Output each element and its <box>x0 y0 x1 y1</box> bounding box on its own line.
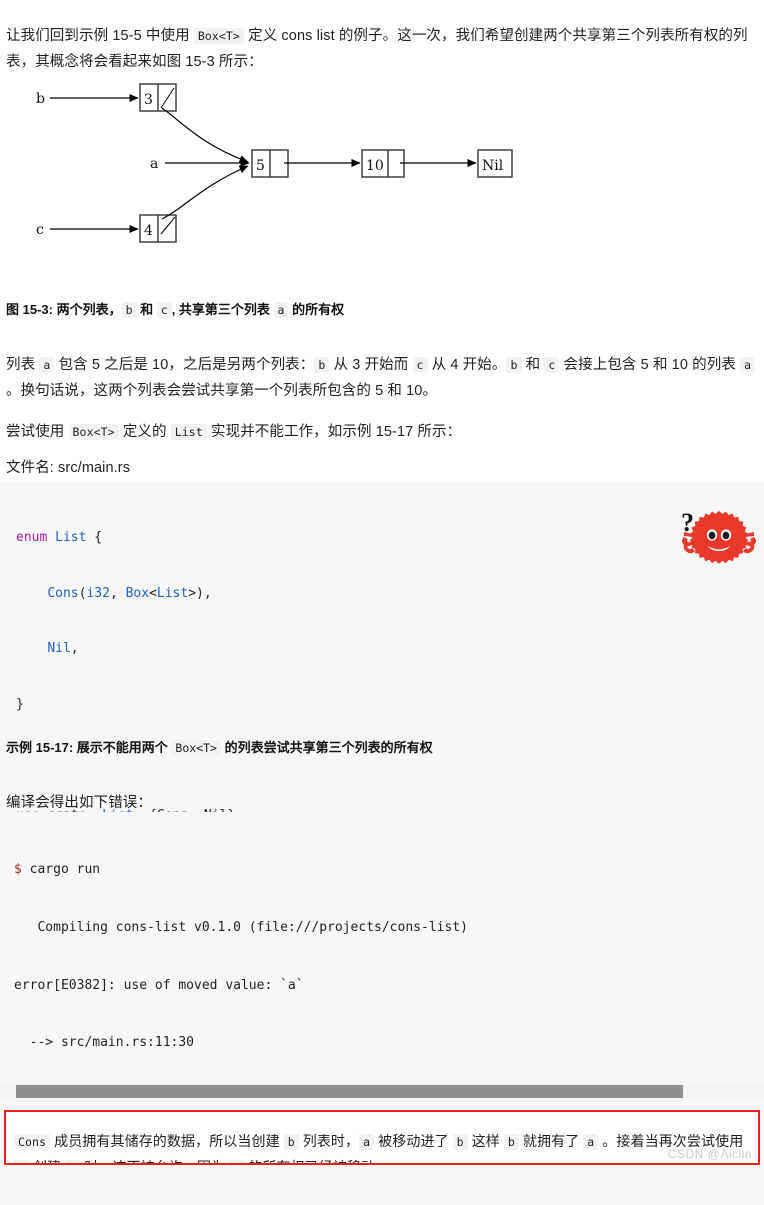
bp2-seg-3: 实现并不能工作，如示例 15-17 所示： <box>206 423 462 440</box>
inline-code-note-c-1: c <box>65 1160 81 1163</box>
inline-code-box-t: Box<T> <box>68 423 119 440</box>
note-seg-1: 成员拥有其储存的数据，所以当创建 <box>50 1133 284 1149</box>
diagram-cell-3: 3 <box>139 83 177 112</box>
listing-caption-suffix: 的列表尝试共享第三个列表的所有权 <box>220 740 433 755</box>
figure-caption-mid-1: 和 <box>136 302 157 317</box>
note-paragraph: Cons 成员拥有其储存的数据，所以当创建 b 列表时， a 被移动进了 b 这样… <box>14 1129 750 1163</box>
body-paragraph-2: 尝试使用 Box<T> 定义的 List 实现并不能工作，如示例 15-17 所… <box>6 419 758 445</box>
highlighted-note-box: Cons 成员拥有其储存的数据，所以当创建 b 列表时， a 被移动进了 b 这样… <box>4 1110 760 1165</box>
note-seg-5: 就拥有了 <box>518 1133 584 1149</box>
note-seg-3: 被移动进了 <box>374 1133 453 1149</box>
figure-caption-suffix: 的所有权 <box>288 302 345 317</box>
figure-caption-prefix: 图 15-3: 两个列表， <box>6 302 122 317</box>
shell-command: cargo run <box>29 862 101 878</box>
svg-text:5: 5 <box>256 158 265 174</box>
inline-code-note-b-2: b <box>452 1134 468 1150</box>
inline-code-b-2: b <box>506 356 522 373</box>
note-seg-2: 列表时， <box>298 1133 360 1149</box>
note-seg-8: 时，这不被允许，因为 <box>80 1159 229 1163</box>
figure-caption: 图 15-3: 两个列表， b 和 c, 共享第三个列表 a 的所有权 <box>6 300 758 320</box>
svg-text:Nil: Nil <box>482 158 504 174</box>
terminal-line: Compiling cons-list v0.1.0 (file:///proj… <box>14 920 468 936</box>
inline-code-cons: Cons <box>14 1134 51 1150</box>
inline-code-a-2: a <box>740 356 756 373</box>
diagram-cell-nil: Nil <box>477 149 513 178</box>
inline-code-list: List <box>170 423 207 440</box>
bp2-seg-2: 定义的 <box>118 423 171 440</box>
diagram-label-a: a <box>150 156 158 172</box>
diagram-cell-10: 10 <box>361 149 405 178</box>
bp1-seg-2: 包含 5 之后是 10，之后是另两个列表： <box>54 356 315 373</box>
svg-text:10: 10 <box>366 158 384 174</box>
inline-code-c-1: c <box>412 356 428 373</box>
inline-code-a-1: a <box>39 356 55 373</box>
code-line: Cons(i32, Box<List>), <box>47 585 212 601</box>
diagram-label-b: b <box>36 91 45 107</box>
listing-caption-prefix: 示例 15-17: 展示不能用两个 <box>6 740 172 755</box>
ferris-crab-icon <box>680 508 758 564</box>
diagram-cell-5: 5 <box>251 149 289 178</box>
terminal-command-line: $ cargo run <box>14 860 750 879</box>
note-seg-4: 这样 <box>467 1133 504 1149</box>
body-paragraph-1: 列表 a 包含 5 之后是 10，之后是另两个列表： b 从 3 开始而 c 从 … <box>6 352 758 404</box>
figure-caption-mid-2: , 共享第三个列表 <box>171 302 274 317</box>
code-line: enum List { <box>16 530 103 545</box>
bp1-seg-6: 会接上包含 5 和 10 的列表 <box>559 356 741 373</box>
cons-list-diagram: b a c 3 4 5 10 Nil <box>0 62 560 277</box>
terminal-line: --> src/main.rs:11:30 <box>14 1035 195 1051</box>
bp1-seg-4: 从 4 开始。 <box>427 356 507 373</box>
inline-code-c: c <box>156 302 172 318</box>
inline-code-note-b-3: b <box>503 1134 519 1150</box>
inline-code-box-t-listing: Box<T> <box>171 740 221 756</box>
csdn-watermark: CSDN @Aiclin <box>667 1147 752 1161</box>
inline-code-b-1: b <box>314 356 330 373</box>
note-seg-9: 的所有权已经被移动。 <box>244 1159 389 1163</box>
inline-code-note-a-2: a <box>583 1134 599 1150</box>
inline-code-note-a-3: a <box>14 1160 30 1163</box>
diagram-cell-4: 4 <box>139 214 177 243</box>
note-seg-7: 创建 <box>29 1159 65 1163</box>
inline-code-note-b-1: b <box>283 1134 299 1150</box>
svg-text:4: 4 <box>144 223 153 239</box>
listing-caption: 示例 15-17: 展示不能用两个 Box<T> 的列表尝试共享第三个列表的所有… <box>6 738 758 758</box>
inline-code-box-generic: Box<T> <box>193 27 244 44</box>
inline-code-a: a <box>273 302 289 318</box>
document-page: 让我们回到示例 15-5 中使用 Box<T> 定义 cons list 的例子… <box>0 0 764 1205</box>
intro-text-1: 让我们回到示例 15-5 中使用 <box>6 27 194 44</box>
diagram-label-c: c <box>36 222 44 238</box>
inline-code-b: b <box>121 302 137 318</box>
svg-text:3: 3 <box>144 92 153 108</box>
bp1-seg-7: 。换句话说，这两个列表会尝试共享第一个列表所包含的 5 和 10。 <box>6 382 438 399</box>
filename-label: 文件名: src/main.rs <box>6 459 131 476</box>
shell-prompt-symbol: $ <box>14 862 22 878</box>
inline-code-c-2: c <box>544 356 560 373</box>
terminal-line: error[E0382]: use of moved value: `a` <box>14 977 304 993</box>
horizontal-scrollbar-thumb[interactable] <box>16 1085 683 1098</box>
inline-code-note-a-4: a <box>229 1160 245 1163</box>
bp1-seg-3: 从 3 开始而 <box>329 356 413 373</box>
bp2-seg-1: 尝试使用 <box>6 423 69 440</box>
code-line: Nil, <box>47 641 79 656</box>
code-line: } <box>16 696 24 712</box>
inline-code-note-a-1: a <box>359 1134 375 1150</box>
bp1-seg-5: 和 <box>521 356 545 373</box>
terminal-output-block: $ cargo run Compiling cons-list v0.1.0 (… <box>0 812 764 1080</box>
bp1-seg-1: 列表 <box>6 356 40 373</box>
